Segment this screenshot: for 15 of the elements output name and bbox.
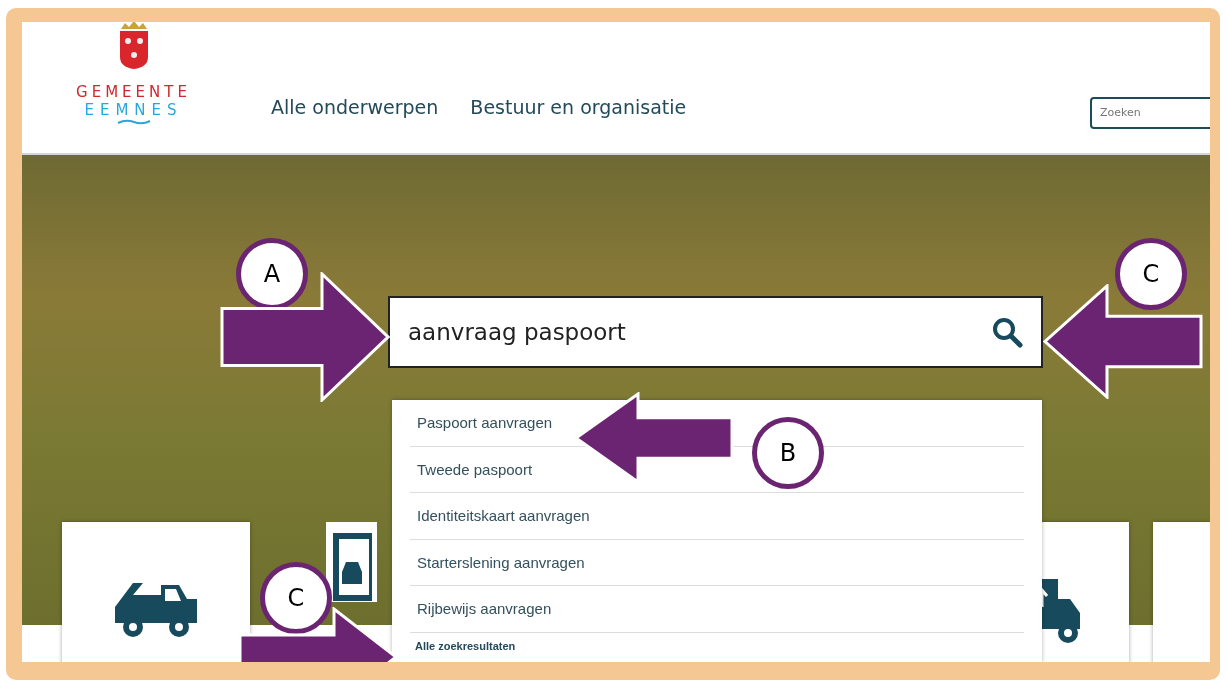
wave-icon <box>116 119 151 125</box>
suggestion-item[interactable]: Starterslening aanvragen <box>410 539 1024 586</box>
category-card[interactable] <box>325 522 378 602</box>
category-card[interactable] <box>62 522 250 662</box>
all-results-link[interactable]: Alle zoekresultaten <box>410 632 1024 662</box>
nav-link[interactable]: Alle onderwerpen <box>271 92 439 121</box>
search-field[interactable]: aanvraag paspoort <box>388 296 1043 368</box>
search-query: aanvraag paspoort <box>408 317 627 347</box>
suggestion-item[interactable]: Rijbewijs aanvragen <box>410 586 1024 633</box>
nav-link[interactable]: Bestuur en organisatie <box>470 92 687 121</box>
search-icon[interactable] <box>991 316 1023 348</box>
logo-text: EEMNES <box>84 101 183 119</box>
search-field[interactable]: Zoeken <box>1090 96 1210 129</box>
suggestion-item[interactable]: Identiteitskaart aanvragen <box>410 493 1024 540</box>
logo-text: GEMEENTE <box>76 83 191 101</box>
